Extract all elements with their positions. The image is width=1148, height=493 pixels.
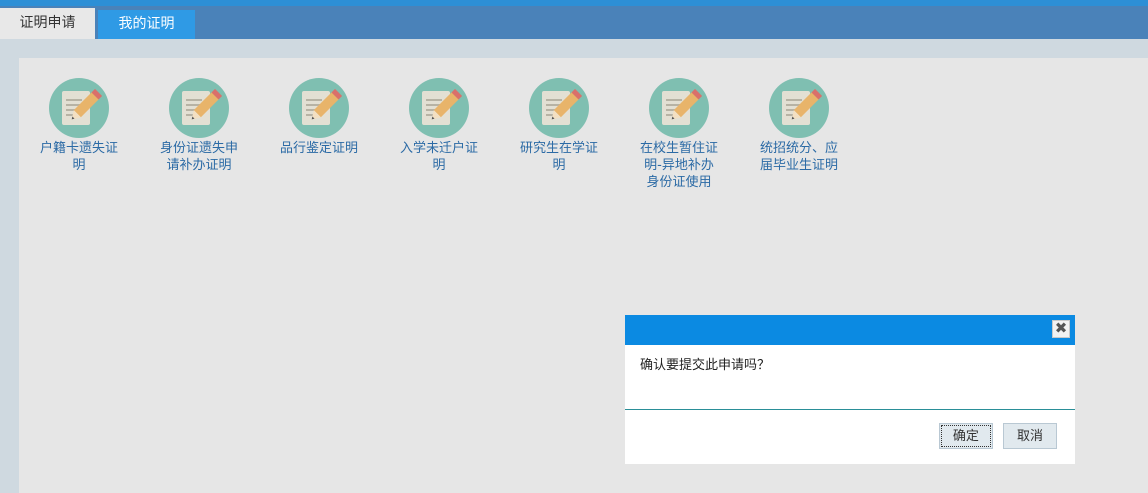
cert-item-label: 在校生暂住证明-异地补办身份证使用 [639,141,718,190]
cert-item-household-card-lost[interactable]: 户籍卡遗失证明 [29,78,129,174]
cert-item-graduate-enrollment[interactable]: 研究生在学证明 [509,78,609,174]
dialog-message: 确认要提交此申请吗？ [625,345,1075,410]
top-bar: 证明申请 我的证明 [0,0,1148,39]
cert-item-id-card-reissue[interactable]: 身份证遗失申请补办证明 [149,78,249,174]
cert-item-label: 身份证遗失申请补办证明 [159,141,238,173]
cert-item-label: 户籍卡遗失证明 [39,141,118,173]
edit-document-icon [409,78,469,138]
cert-item-temporary-residence[interactable]: 在校生暂住证明-异地补办身份证使用 [629,78,729,191]
edit-document-icon [169,78,229,138]
confirm-dialog: ✖ 确认要提交此申请吗？ 确定 取消 [625,315,1075,464]
cert-item-label: 统招统分、应届毕业生证明 [759,141,838,173]
edit-document-icon [289,78,349,138]
edit-document-icon [529,78,589,138]
cert-item-conduct-appraisal[interactable]: 品行鉴定证明 [269,78,369,157]
cert-item-label: 研究生在学证明 [519,141,598,173]
cert-item-graduate-assignment[interactable]: 统招统分、应届毕业生证明 [749,78,849,174]
dialog-buttons: 确定 取消 [933,423,1057,449]
confirm-button[interactable]: 确定 [938,423,993,449]
tab-my-certificates[interactable]: 我的证明 [98,10,195,39]
tab-certificate-apply[interactable]: 证明申请 [0,8,95,39]
edit-document-icon [649,78,709,138]
cert-item-enrollment-no-transfer[interactable]: 入学未迁户证明 [389,78,489,174]
cert-item-label: 品行鉴定证明 [279,141,358,156]
cancel-button[interactable]: 取消 [1002,423,1057,449]
close-icon[interactable]: ✖ [1052,320,1070,338]
top-strip [0,0,1148,6]
dialog-titlebar: ✖ [625,315,1075,345]
edit-document-icon [769,78,829,138]
cert-item-label: 入学未迁户证明 [399,141,478,173]
edit-document-icon [49,78,109,138]
